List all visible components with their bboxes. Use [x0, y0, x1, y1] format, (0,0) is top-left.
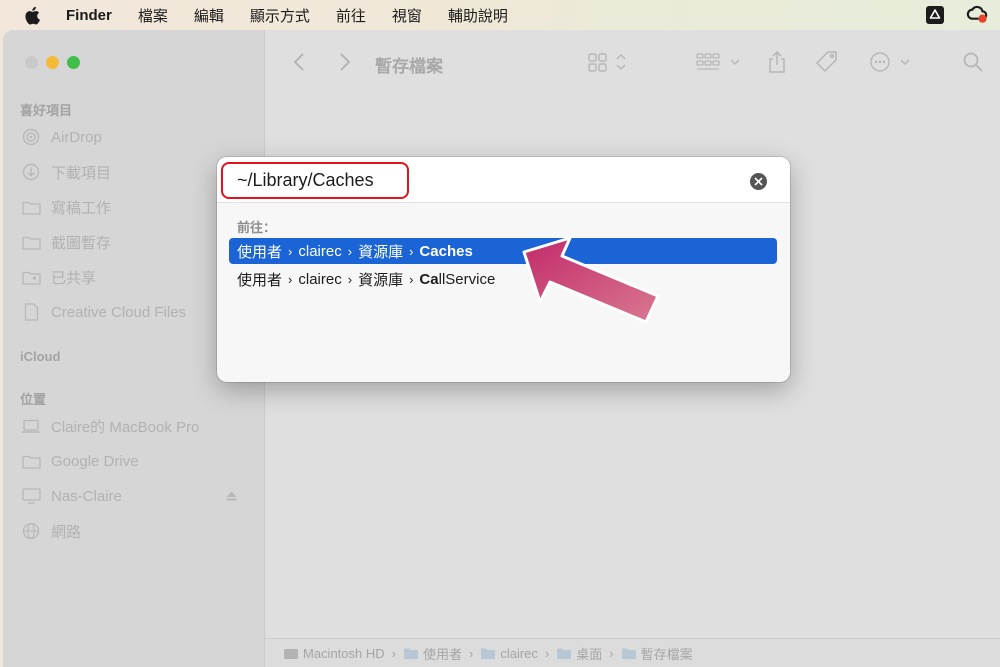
menu-bar: Finder 檔案 編輯 顯示方式 前往 視窗 輔助說明	[0, 0, 1000, 30]
path-crumb-label: 暫存檔案	[640, 646, 693, 662]
path-separator: ›	[609, 645, 614, 661]
locations-section-title: 位置	[20, 392, 47, 407]
menu-go[interactable]: 前往	[336, 5, 366, 26]
apple-logo-icon[interactable]	[24, 6, 46, 25]
close-icon	[754, 177, 763, 186]
window-controls	[25, 56, 80, 69]
eject-icon[interactable]	[226, 488, 237, 505]
folder-icon	[557, 648, 572, 659]
folder-icon	[621, 648, 636, 659]
network-icon	[21, 522, 41, 540]
path-crumb-label: 使用者	[422, 646, 462, 662]
shared-folder-icon	[21, 268, 41, 286]
folder-icon	[21, 198, 41, 216]
path-crumb-label: Macintosh HD	[303, 645, 385, 661]
sidebar-item-label: 已共享	[51, 269, 97, 287]
path-segment: 使用者	[237, 271, 283, 289]
path-crumb-clairec[interactable]: clairec	[480, 646, 538, 661]
document-icon	[21, 303, 41, 321]
path-crumb-desktop[interactable]: 桌面	[556, 644, 602, 663]
input-highlight-annotation	[221, 162, 409, 199]
menu-help[interactable]: 輔助說明	[448, 5, 508, 26]
path-crumb-macintosh-hd[interactable]: Macintosh HD	[283, 646, 385, 661]
toolbar: 暫存檔案	[265, 30, 1000, 92]
sidebar-item-google-drive[interactable]: Google Drive	[21, 450, 251, 472]
path-crumb-label: clairec	[500, 645, 538, 661]
airdrop-icon	[21, 128, 41, 146]
path-segment-rest: llService	[438, 270, 496, 288]
zoom-window-button[interactable]	[67, 56, 80, 69]
sidebar-item-label: 網路	[51, 523, 82, 541]
path-segment-match: Ca	[419, 270, 439, 288]
sidebar-item-label: 截圖暫存	[51, 234, 112, 252]
path-separator: ›	[391, 645, 396, 661]
display-icon	[21, 487, 41, 505]
path-segment: 資源庫	[358, 271, 404, 289]
path-input-row	[217, 157, 790, 203]
path-segment-match: Caches	[419, 242, 473, 260]
share-icon[interactable]	[767, 50, 787, 74]
favorites-section-title: 喜好項目	[20, 103, 73, 118]
tag-icon[interactable]	[815, 50, 839, 74]
view-mode-button[interactable]	[587, 50, 631, 74]
back-button[interactable]	[293, 50, 305, 74]
folder-icon	[21, 233, 41, 251]
chevron-right-icon: ›	[409, 271, 414, 287]
sidebar-item-label: 下載項目	[51, 164, 112, 182]
window-title: 暫存檔案	[375, 57, 443, 76]
sidebar-item-label: Google Drive	[51, 452, 139, 470]
go-to-folder-dialog: 前往： 使用者 › clairec › 資源庫 › Caches 使用者 › c…	[217, 157, 790, 382]
menu-window[interactable]: 視窗	[392, 5, 422, 26]
path-crumb-temp-files[interactable]: 暫存檔案	[621, 644, 693, 663]
menu-finder[interactable]: Finder	[66, 7, 112, 24]
path-bar: Macintosh HD › 使用者 › clairec › 桌面 › 暫存檔案	[265, 638, 1000, 667]
chevron-right-icon: ›	[347, 243, 353, 259]
google-drive-tray-icon[interactable]	[924, 4, 946, 26]
sidebar-item-macbook[interactable]: Claire的 MacBook Pro	[21, 415, 251, 437]
clear-input-button[interactable]	[750, 173, 767, 190]
minimize-window-button[interactable]	[46, 56, 59, 69]
home-folder-icon	[481, 648, 496, 659]
forward-button[interactable]	[339, 50, 351, 74]
sidebar-item-network[interactable]: 網路	[21, 520, 251, 542]
path-crumb-label: 桌面	[576, 646, 603, 662]
close-window-button[interactable]	[25, 56, 38, 69]
sidebar-item-airdrop[interactable]: AirDrop	[21, 126, 251, 148]
chevron-right-icon: ›	[347, 271, 353, 287]
path-segment: clairec	[298, 242, 342, 260]
download-icon	[21, 163, 41, 181]
search-icon[interactable]	[962, 50, 984, 74]
sidebar-item-label: 寫稿工作	[51, 199, 112, 217]
sidebar-item-nas-claire[interactable]: Nas-Claire	[21, 485, 251, 507]
chevron-right-icon: ›	[409, 243, 414, 259]
menu-edit[interactable]: 編輯	[194, 5, 224, 26]
annotation-arrow-icon	[522, 236, 660, 324]
path-crumb-users[interactable]: 使用者	[403, 644, 462, 663]
more-actions-icon[interactable]	[869, 50, 913, 74]
laptop-icon	[21, 417, 41, 435]
suggestion-caches[interactable]: 使用者 › clairec › 資源庫 › Caches	[229, 238, 777, 264]
icloud-section-title: iCloud	[20, 349, 61, 364]
path-segment: clairec	[298, 270, 342, 288]
folder-icon	[403, 648, 418, 659]
path-segment: 資源庫	[358, 243, 404, 261]
group-button[interactable]	[695, 50, 743, 74]
chevron-right-icon: ›	[288, 243, 293, 259]
chevron-right-icon: ›	[288, 271, 293, 287]
sidebar-item-label: Creative Cloud Files	[51, 303, 187, 321]
sidebar-item-label: Claire的 MacBook Pro	[51, 418, 200, 436]
drive-icon	[21, 452, 41, 470]
sidebar-item-label: AirDrop	[51, 128, 102, 146]
path-separator: ›	[544, 645, 550, 661]
menu-view[interactable]: 顯示方式	[250, 5, 310, 26]
path-segment: 使用者	[237, 243, 283, 261]
hard-drive-icon	[284, 648, 298, 659]
menu-file[interactable]: 檔案	[138, 5, 168, 26]
creative-cloud-tray-icon[interactable]	[966, 4, 988, 26]
suggestion-callservices[interactable]: 使用者 › clairec › 資源庫 › Ca llService	[229, 266, 777, 292]
go-to-label: 前往：	[237, 220, 277, 235]
sidebar-item-label: Nas-Claire	[51, 487, 122, 505]
path-separator: ›	[469, 645, 474, 661]
